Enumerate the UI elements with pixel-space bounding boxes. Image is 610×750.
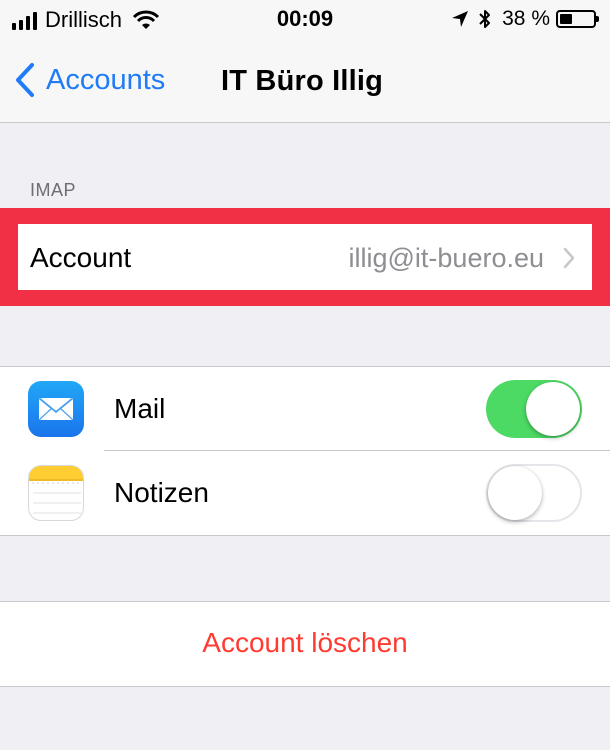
toggle-knob: [526, 382, 580, 436]
bluetooth-icon: [479, 10, 491, 28]
back-button-label: Accounts: [46, 64, 166, 96]
notes-toggle[interactable]: [486, 464, 582, 522]
location-arrow-icon: [452, 11, 469, 27]
page-title: IT Büro Illig: [221, 65, 384, 97]
service-row-mail: Mail: [0, 367, 610, 451]
service-label-mail: Mail: [114, 393, 166, 424]
service-label-notes: Notizen: [114, 477, 209, 508]
chevron-left-icon: [16, 63, 34, 97]
delete-account-label: Account löschen: [202, 627, 408, 658]
status-bar-right: 38 %: [450, 7, 599, 31]
account-row[interactable]: Account illig@it-buero.eu: [18, 224, 592, 290]
battery-icon: [556, 10, 599, 28]
navigation-bar: Accounts IT Büro Illig: [0, 40, 610, 123]
mail-app-icon: [28, 381, 84, 437]
mail-toggle[interactable]: [486, 380, 582, 438]
notes-app-icon: [28, 465, 84, 521]
delete-account-button[interactable]: Account löschen: [0, 601, 610, 687]
service-row-notes: Notizen: [0, 451, 610, 535]
account-label: Account: [30, 242, 132, 273]
back-button[interactable]: Accounts: [14, 62, 165, 98]
status-bar: Drillisch 00:09 38 %: [0, 0, 610, 40]
imap-section-header: IMAP: [30, 180, 77, 200]
battery-percentage: 38 %: [502, 7, 550, 30]
toggle-knob: [488, 466, 542, 520]
account-email-value: illig@it-buero.eu: [348, 243, 545, 273]
services-group: Mail Notizen: [0, 366, 610, 536]
chevron-right-icon: [563, 247, 575, 269]
